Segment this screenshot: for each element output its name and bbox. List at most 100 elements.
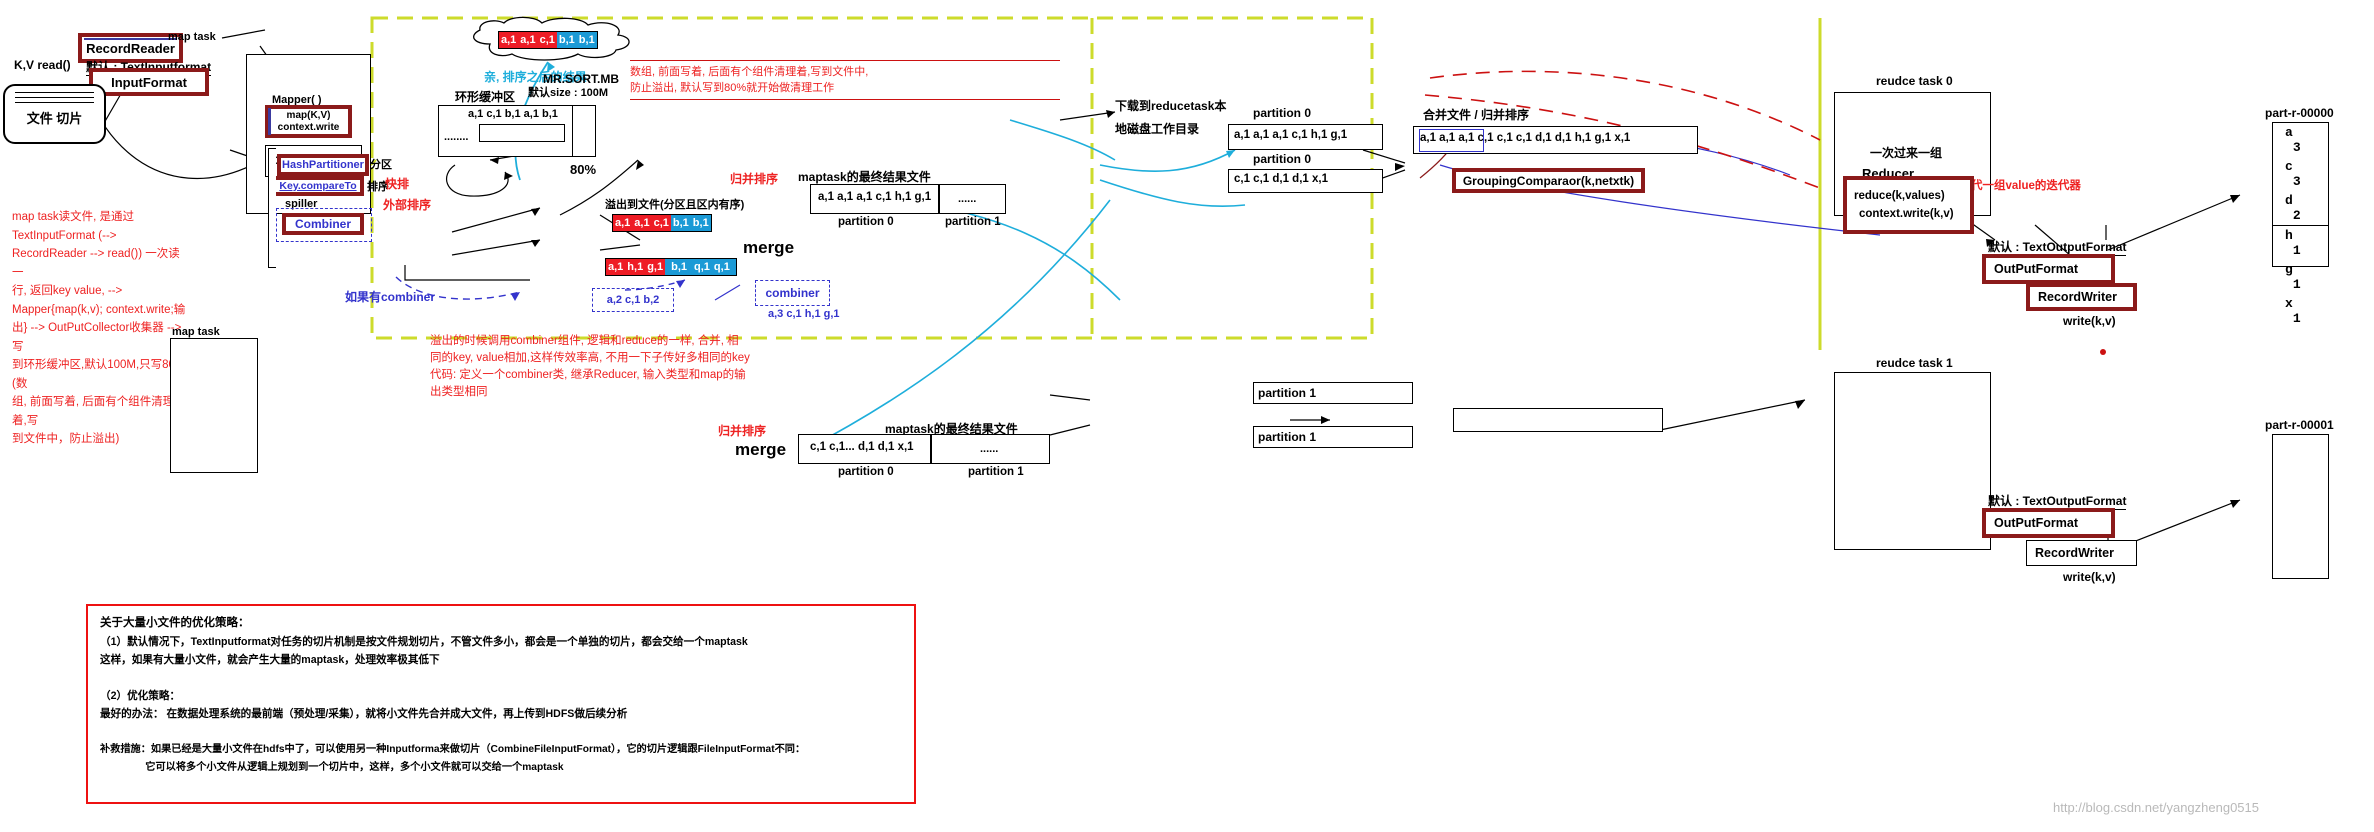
combiner-output-1-box: a,2 c,1 b,2 <box>592 288 674 312</box>
spill1-seg-1: a,1 <box>632 215 652 231</box>
output-file-1-label: part-r-00001 <box>2265 418 2334 432</box>
ring-buffer-dots: ........ <box>444 131 469 143</box>
spill1-seg-2: c,1 <box>651 215 671 231</box>
partition-row-b: c,1 c,1 d,1 d,1 x,1 <box>1234 173 1328 185</box>
out-row-4-v: 1 <box>2292 277 2301 292</box>
spill-to-file-title: 溢出到文件(分区且区内有序) <box>605 199 745 211</box>
combiner-dashed-box: combiner <box>755 280 830 306</box>
grouping-comparator-box: GroupingComparaor(k,netxtk) <box>1452 168 1645 193</box>
partition1-label-b: partition 1 <box>1258 430 1317 444</box>
download-note-line-1: 下载到reducetask本 <box>1115 99 1227 113</box>
cloud-segments-row: a,1 a,1 c,1 b,1 b,1 <box>498 31 598 49</box>
out-row-0-v: 3 <box>2292 140 2301 155</box>
out-row-3: h 1 <box>2273 226 2328 260</box>
context-write-label: context.write <box>277 121 340 133</box>
reduce-task-1-box <box>1834 372 1991 550</box>
ring-buffer-inner <box>479 124 565 142</box>
merged-group-highlight <box>1419 129 1484 152</box>
partition0-label-a: partition 0 <box>1253 106 1312 120</box>
final-file-divider-2 <box>930 434 932 464</box>
combiner-output-1: a,2 c,1 b,2 <box>606 294 660 306</box>
grouping-comparator-label: GroupingComparaor(k,netxtk) <box>1462 173 1635 188</box>
optimization-line-3: （2）优化策略： <box>100 690 181 702</box>
out-row-0: a 3 <box>2273 123 2328 157</box>
combiner-dashed-label: combiner <box>765 286 820 300</box>
left-note-line-4: Mapper{map(k,v); context.write;输 <box>12 303 186 316</box>
watermark: http://blog.csdn.net/yangzheng0515 <box>2053 800 2259 815</box>
combiner-note-1: 同的key, value相加,这样传效率高, 不用一下子传好多相同的key <box>430 352 750 364</box>
final-dots-2: ...... <box>980 443 999 455</box>
output-format-box-2: OutPutFormat <box>1982 508 2115 538</box>
cloud-seg-2: c,1 <box>537 32 557 48</box>
left-note-line-2: RecordReader --> read()) 一次读一 <box>12 248 180 279</box>
output-format-label-1: OutPutFormat <box>1994 262 2079 276</box>
cloud-seg-4: b,1 <box>576 32 597 48</box>
optimization-line-2 <box>100 669 902 687</box>
spill-row-1: a,1 a,1 c,1 b,1 b,1 <box>612 214 712 232</box>
out-row-5-v: 1 <box>2292 311 2301 326</box>
out-row-0-k: a <box>2285 125 2293 140</box>
combiner-red-note: 溢出的时候调用combiner组件, 逻辑和reduce的一样, 合并, 相 同… <box>430 333 900 401</box>
left-note-line-0: map task读文件, 是通过 <box>12 211 135 223</box>
merge-sort-label-1: 归并排序 <box>730 172 779 186</box>
sorted-result-cloud: a,1 a,1 c,1 b,1 b,1 <box>464 16 649 61</box>
map-kv-label: map(K,V) <box>286 109 331 121</box>
download-note-line-2: 地磁盘工作目录 <box>1115 122 1200 136</box>
output-file-0-label: part-r-00000 <box>2265 106 2334 120</box>
spill2-seg-1: h,1 <box>625 259 646 275</box>
out-row-1-v: 3 <box>2292 174 2301 189</box>
buffer-red-note-0: 数组, 前面写着, 后面有个组件清理着,写到文件中, <box>630 66 869 78</box>
mapper-methods-box: map(K,V) context.write <box>265 105 352 138</box>
final-file-title-1: maptask的最终结果文件 <box>798 170 931 184</box>
optimization-heading: 关于大量小文件的优化策略： <box>100 617 250 629</box>
final-file-divider-1 <box>938 184 940 214</box>
partition1-label-1: partition 1 <box>945 216 1001 228</box>
write-kv-label-1: write(k,v) <box>2063 314 2116 328</box>
out-row-4: g 1 <box>2273 260 2328 294</box>
hash-partitioner-label: HashPartitioner <box>282 159 364 171</box>
optimization-line-6: 补救措施：如果已经是大量小文件在hdfs中了，可以使用另一种Inputforma… <box>100 744 806 755</box>
partition0-label-1: partition 0 <box>838 216 894 228</box>
spill2-seg-4: q,1 <box>689 259 712 275</box>
spill1-seg-4: b,1 <box>690 215 711 231</box>
out-row-4-k: g <box>2285 262 2293 277</box>
spill1-seg-0: a,1 <box>613 215 633 231</box>
cloud-seg-3: b,1 <box>556 32 577 48</box>
left-red-notes: map task读文件, 是通过 TextInputFormat (--> Re… <box>12 208 187 449</box>
cloud-seg-1: a,1 <box>518 32 538 48</box>
input-format-label: InputFormat <box>111 74 187 90</box>
output-format-box-1: OutPutFormat <box>1982 254 2115 284</box>
record-writer-box-1: RecordWriter <box>2026 283 2137 311</box>
partition-row-a: a,1 a,1 a,1 c,1 h,1 g,1 <box>1234 129 1348 141</box>
partition1-label-2: partition 1 <box>968 466 1024 478</box>
final-part0-content-1: a,1 a,1 a,1 c,1 h,1 g,1 <box>818 191 932 203</box>
left-note-line-8: 到文件中，防止溢出) <box>12 433 120 445</box>
spill1-seg-3: b,1 <box>670 215 691 231</box>
combiner-note-3: 出类型相同 <box>430 386 488 398</box>
combiner-output-2: a,3 c,1 h,1 g,1 <box>768 308 840 320</box>
merge-files-label: 合并文件 / 归并排序 <box>1423 108 1530 122</box>
out-row-1-k: c <box>2285 159 2293 174</box>
output-file-0-box: a 3 c 3 d 2 h 1 g 1 x 1 <box>2272 122 2329 326</box>
reduce-task-1-label: reudce task 1 <box>1876 356 1953 370</box>
spiller-frame <box>268 148 276 268</box>
combiner-dashed-outline <box>276 208 372 242</box>
partition1-label-a: partition 1 <box>1258 386 1317 400</box>
merge-sort-label-2: 归并排序 <box>718 424 767 438</box>
external-sort-label: 外部排序 <box>383 198 432 212</box>
buffer-red-note: 数组, 前面写着, 后面有个组件清理着,写到文件中, 防止溢出, 默认写到80%… <box>630 60 1060 100</box>
map-task-box-2 <box>170 338 258 473</box>
spill-row-2: a,1 h,1 g,1 b,1 q,1 q,1 <box>605 258 737 276</box>
optimization-line-7: 它可以将多个小文件从逻辑上规划到一个切片中，这样，多个小文件就可以交给一个map… <box>100 762 564 773</box>
out-row-2-v: 2 <box>2292 208 2301 223</box>
combiner-note-0: 溢出的时候调用combiner组件, 逻辑和reduce的一样, 合并, 相 <box>430 335 739 347</box>
hash-partitioner-box: HashPartitioner <box>277 154 369 176</box>
out-row-2-k: d <box>2285 193 2293 208</box>
out-row-3-v: 1 <box>2292 243 2301 258</box>
cloud-seg-0: a,1 <box>499 32 519 48</box>
ring-buffer-label: 环形缓冲区 <box>455 90 516 104</box>
map-task-label-2: map task <box>172 326 220 338</box>
reduce-kvalues-label: reduce(k,values) <box>1854 190 1945 202</box>
left-note-line-3: 行, 返回key value, --> <box>12 285 123 297</box>
partition0-label-2: partition 0 <box>838 466 894 478</box>
